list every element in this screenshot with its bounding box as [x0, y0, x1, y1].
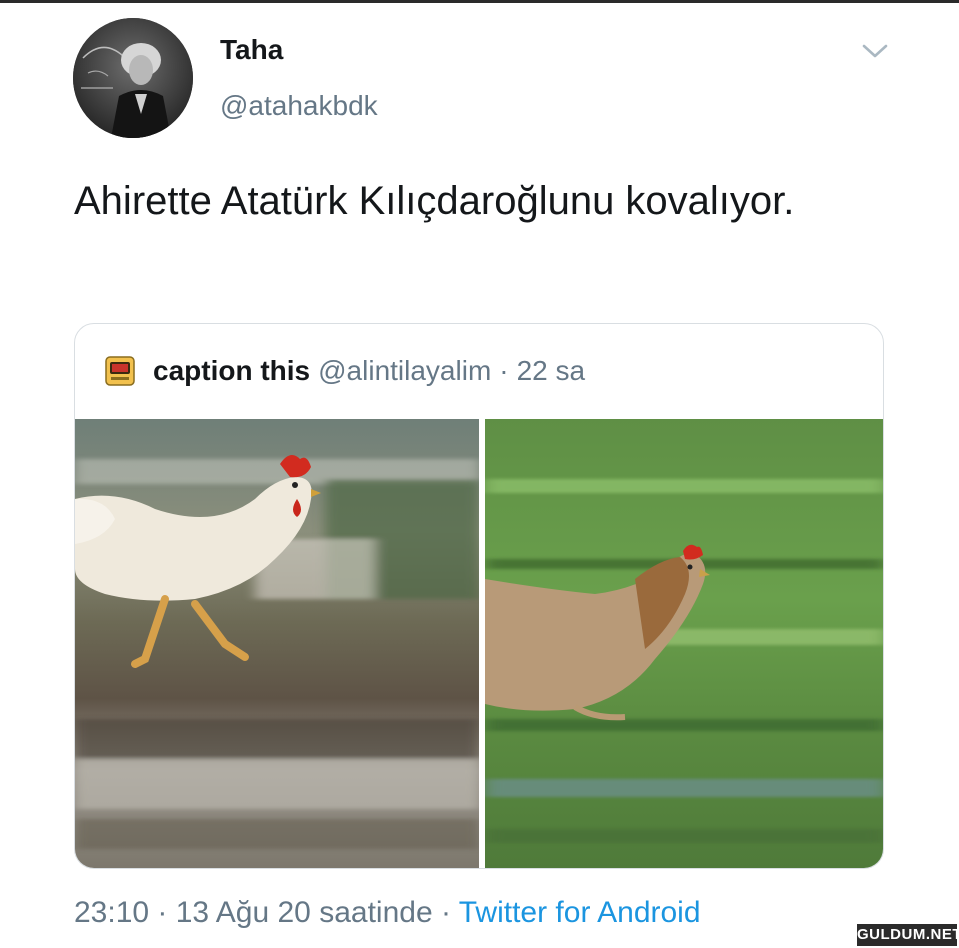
user-handle[interactable]: @atahakbdk: [220, 90, 378, 122]
quoted-handle[interactable]: @alintilayalim: [318, 355, 491, 387]
tweet-text: Ahirette Atatürk Kılıçdaroğlunu kovalıyo…: [74, 179, 795, 223]
quoted-image-brown-chicken[interactable]: [485, 419, 883, 868]
profile-avatar[interactable]: [73, 18, 193, 138]
chevron-down-icon[interactable]: [860, 40, 890, 62]
avatar-photo: [73, 18, 193, 138]
quoted-tweet-card[interactable]: caption this @alintilayalim · 22 sa: [74, 323, 884, 869]
quoted-image-white-chicken[interactable]: [75, 419, 479, 868]
watermark-logo: GULDUM.NET: [857, 924, 959, 946]
quoted-separator: ·: [499, 355, 509, 386]
tweet-meta: 23:10 · 13 Ağu 20 saatinde · Twitter for…: [74, 896, 701, 930]
quoted-tweet-header: caption this @alintilayalim · 22 sa: [105, 354, 585, 388]
quote-avatar-icon[interactable]: [105, 355, 135, 387]
quoted-display-name[interactable]: caption this: [153, 355, 310, 387]
meta-separator: ·: [432, 896, 459, 929]
display-name[interactable]: Taha: [220, 34, 283, 66]
top-divider: [0, 0, 959, 3]
tweet-timestamp[interactable]: 23:10 · 13 Ağu 20 saatinde: [74, 896, 433, 929]
tweet-source-link[interactable]: Twitter for Android: [459, 896, 701, 929]
quoted-time[interactable]: 22 sa: [517, 355, 586, 387]
